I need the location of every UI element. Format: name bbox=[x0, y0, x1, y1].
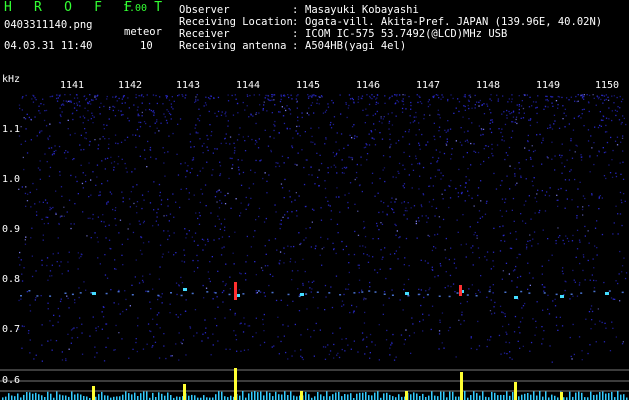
amplitude-bars bbox=[2, 368, 628, 400]
freq-label-1-0: 1.0 bbox=[2, 174, 21, 185]
amplitude-peak bbox=[300, 391, 303, 400]
time-axis: 1141 1142 1143 1144 1145 1146 1147 1148 … bbox=[0, 80, 629, 92]
meteor-echo bbox=[405, 292, 409, 295]
time-label-1148: 1148 bbox=[476, 80, 501, 91]
time-label-1150: 1150 bbox=[595, 80, 620, 91]
amplitude-peak bbox=[92, 386, 95, 400]
freq-label-0-7: 0.7 bbox=[2, 324, 21, 335]
freq-label-0-9: 0.9 bbox=[2, 224, 21, 235]
amplitude-peak bbox=[514, 382, 517, 400]
time-label-1142: 1142 bbox=[118, 80, 143, 91]
meteor-echo-strong bbox=[459, 285, 462, 296]
meteor-echo bbox=[560, 295, 564, 298]
time-label-1143: 1143 bbox=[176, 80, 201, 91]
freq-label-1-1: 1.1 bbox=[2, 124, 21, 135]
freq-label-0-6: 0.6 bbox=[2, 375, 21, 386]
spectrogram-plot bbox=[0, 94, 629, 400]
amplitude-peak bbox=[234, 368, 237, 400]
meteor-echo bbox=[605, 292, 609, 295]
freq-label-0-8: 0.8 bbox=[2, 274, 21, 285]
amplitude-peak bbox=[405, 391, 408, 400]
amplitude-peak bbox=[183, 384, 186, 400]
noise-texture bbox=[18, 94, 628, 363]
time-label-1145: 1145 bbox=[296, 80, 321, 91]
time-label-1144: 1144 bbox=[236, 80, 261, 91]
amplitude-peak bbox=[460, 372, 463, 400]
time-label-1149: 1149 bbox=[536, 80, 561, 91]
time-label-1141: 1141 bbox=[60, 80, 85, 91]
time-label-1146: 1146 bbox=[356, 80, 381, 91]
meteor-echo bbox=[514, 296, 518, 299]
carrier-trace bbox=[20, 290, 624, 298]
meteor-echo bbox=[183, 288, 187, 291]
meteor-echo bbox=[300, 293, 304, 296]
time-label-1147: 1147 bbox=[416, 80, 441, 91]
meteor-echo-strong bbox=[234, 282, 237, 300]
amplitude-peak bbox=[560, 392, 563, 400]
meteor-echo bbox=[92, 292, 96, 295]
